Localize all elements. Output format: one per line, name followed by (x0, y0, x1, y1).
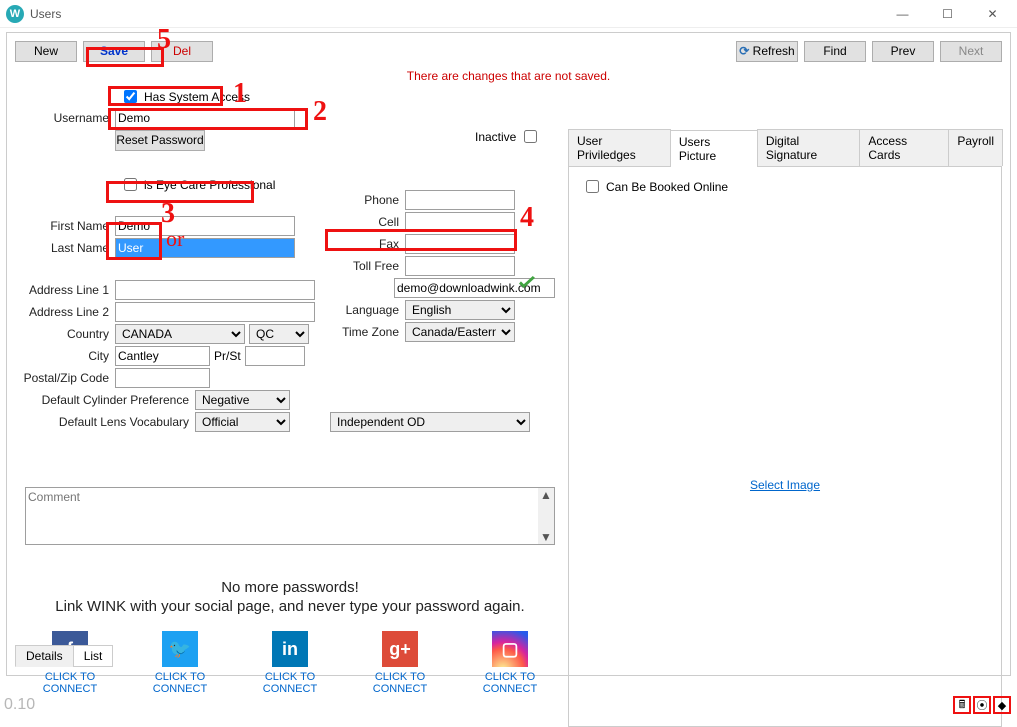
save-button[interactable]: Save (83, 41, 145, 62)
tab-users-picture[interactable]: Users Picture (670, 130, 758, 167)
scrollbar[interactable]: ▲▼ (538, 488, 554, 544)
can-be-booked-check[interactable]: Can Be Booked Online (577, 175, 733, 198)
right-tabs: User Priviledges Users Picture Digital S… (568, 129, 1002, 167)
tab-list[interactable]: List (73, 645, 114, 667)
instagram-connect[interactable]: CLICK TO CONNECT (460, 671, 560, 695)
twitter-icon[interactable]: 🐦 (162, 631, 198, 667)
find-button[interactable]: Find (804, 41, 866, 62)
tab-privileges[interactable]: User Priviledges (568, 129, 671, 166)
select-image-link[interactable]: Select Image (577, 478, 993, 492)
address2-label: Address Line 2 (15, 305, 115, 319)
postal-label: Postal/Zip Code (15, 371, 115, 385)
app-icon: W (6, 5, 24, 23)
facebook-connect[interactable]: CLICK TO CONNECT (20, 671, 120, 695)
fax-label: Fax (335, 237, 405, 251)
country-select[interactable]: CANADA (115, 324, 245, 344)
annotation-or: or (166, 226, 184, 252)
tollfree-input[interactable] (405, 256, 515, 276)
language-label: Language (335, 303, 405, 317)
annotation-4: 4 (520, 202, 534, 234)
comment-textarea[interactable] (25, 487, 555, 545)
postal-input[interactable] (115, 368, 210, 388)
unsaved-banner: There are changes that are not saved. (7, 67, 1010, 85)
new-button[interactable]: New (15, 41, 77, 62)
province-select[interactable]: QC (249, 324, 309, 344)
last-name-label: Last Name (15, 241, 115, 255)
tab-digital-signature[interactable]: Digital Signature (757, 129, 861, 166)
annotation-5: 5 (157, 24, 171, 56)
social-heading: No more passwords! (15, 579, 565, 596)
eyecare-checkbox[interactable] (124, 178, 137, 191)
cylpref-select[interactable]: Negative (195, 390, 290, 410)
social-tag: Link WINK with your social page, and nev… (15, 598, 565, 615)
phone-input[interactable] (405, 190, 515, 210)
title-bar: W Users — ☐ ✕ (0, 0, 1017, 28)
instagram-icon[interactable]: ▢ (492, 631, 528, 667)
maximize-button[interactable]: ☐ (925, 0, 970, 28)
country-label: Country (15, 327, 115, 341)
prst-label: Pr/St (210, 349, 245, 363)
prst-input[interactable] (245, 346, 305, 366)
next-button[interactable]: Next (940, 41, 1002, 62)
fax-input[interactable] (405, 234, 515, 254)
refresh-button[interactable]: Refresh (736, 41, 798, 62)
tab-payroll[interactable]: Payroll (948, 129, 1003, 166)
phone-label: Phone (335, 193, 405, 207)
social-block: No more passwords! Link WINK with your s… (15, 575, 565, 695)
username-label: Username (15, 111, 115, 125)
tab-content: Can Be Booked Online Select Image (568, 167, 1002, 727)
timezone-label: Time Zone (335, 325, 405, 339)
username-input[interactable] (115, 108, 295, 128)
tollfree-label: Toll Free (335, 259, 405, 273)
close-button[interactable]: ✕ (970, 0, 1015, 28)
reset-password-button[interactable]: Reset Password (115, 130, 205, 151)
minimize-button[interactable]: — (880, 0, 925, 28)
bottom-tabs: Details List (15, 645, 112, 667)
last-name-input[interactable] (115, 238, 295, 258)
main-frame: New Save Del Refresh Find Prev Next Ther… (6, 32, 1011, 676)
cell-input[interactable] (405, 212, 515, 232)
city-input[interactable] (115, 346, 210, 366)
independent-select[interactable]: Independent OD (330, 412, 530, 432)
address1-input[interactable] (115, 280, 315, 300)
annotation-1: 1 (233, 78, 247, 110)
linkedin-connect[interactable]: CLICK TO CONNECT (240, 671, 340, 695)
has-system-access-checkbox[interactable] (124, 90, 137, 103)
googleplus-connect[interactable]: CLICK TO CONNECT (350, 671, 450, 695)
eyecare-check[interactable]: is Eye Care Professional (115, 173, 280, 196)
timezone-select[interactable]: Canada/Eastern (405, 322, 515, 342)
address2-input[interactable] (115, 302, 315, 322)
cylpref-label: Default Cylinder Preference (15, 393, 195, 407)
window-title: Users (30, 7, 61, 21)
first-name-label: First Name (15, 219, 115, 233)
googleplus-icon[interactable]: g+ (382, 631, 418, 667)
tab-access-cards[interactable]: Access Cards (859, 129, 949, 166)
city-label: City (15, 349, 115, 363)
twitter-connect[interactable]: CLICK TO CONNECT (130, 671, 230, 695)
eyecare-label: is Eye Care Professional (144, 178, 275, 192)
version-label: 0.10 (4, 696, 35, 714)
can-be-booked-label: Can Be Booked Online (606, 180, 728, 194)
prev-button[interactable]: Prev (872, 41, 934, 62)
address1-label: Address Line 1 (15, 283, 115, 297)
lensvocab-select[interactable]: Official (195, 412, 290, 432)
footer-icon-3[interactable]: ◆ (993, 696, 1011, 714)
footer-icon-2[interactable]: ⦿ (973, 696, 991, 714)
annotation-2: 2 (313, 96, 327, 128)
linkedin-icon[interactable]: in (272, 631, 308, 667)
footer-icon-1[interactable]: 🖩 (953, 696, 971, 714)
lensvocab-label: Default Lens Vocabulary (15, 415, 195, 429)
language-select[interactable]: English (405, 300, 515, 320)
cell-label: Cell (335, 215, 405, 229)
tab-details[interactable]: Details (15, 645, 74, 667)
can-be-booked-checkbox[interactable] (586, 180, 599, 193)
first-name-input[interactable] (115, 216, 295, 236)
